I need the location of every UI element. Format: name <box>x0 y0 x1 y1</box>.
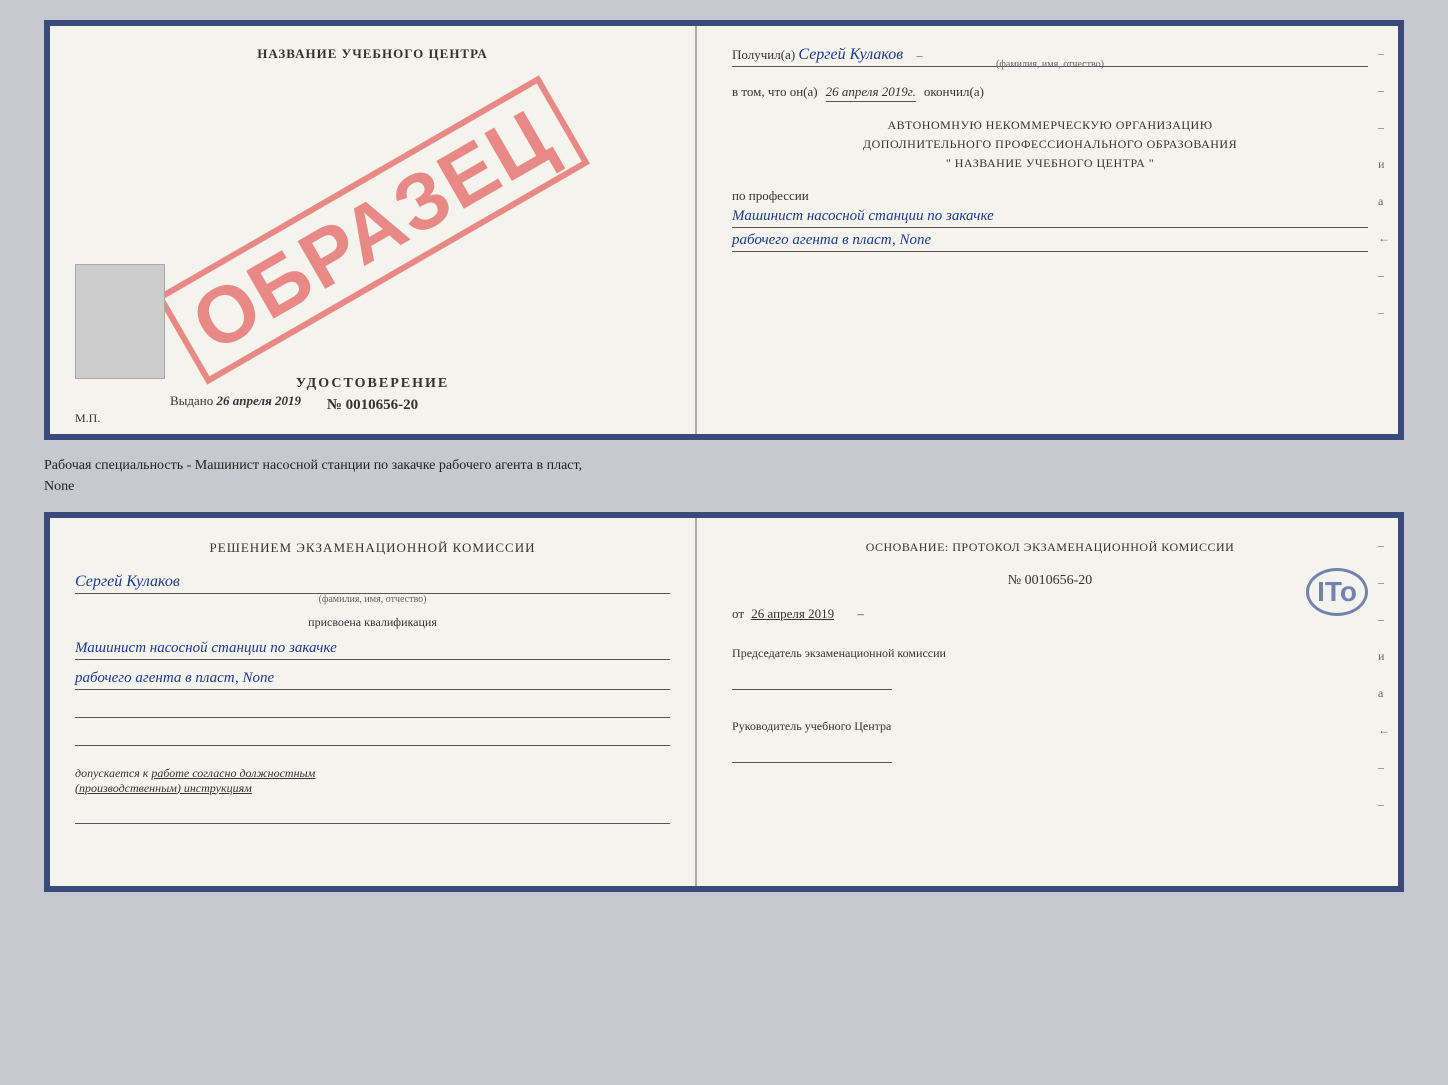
org-line1: АВТОНОМНУЮ НЕКОММЕРЧЕСКУЮ ОРГАНИЗАЦИЮ <box>732 116 1368 135</box>
bottom-cert-left: Решением экзаменационной комиссии Сергей… <box>50 518 697 886</box>
description-line1: Рабочая специальность - Машинист насосно… <box>44 458 582 473</box>
date-prefix: в том, что он(а) <box>732 84 818 100</box>
admission-value: работе согласно должностным <box>151 766 315 780</box>
bottom-cert-right: Основание: протокол экзаменационной коми… <box>697 518 1398 886</box>
bottom-name-hint: (фамилия, имя, отчество) <box>75 594 670 605</box>
bottom-side-dashes: – – – и а ← – – <box>1378 538 1390 812</box>
issued-prefix: Выдано <box>170 393 213 408</box>
qualification-line1: Машинист насосной станции по закачке <box>75 640 670 660</box>
chairman-title: Председатель экзаменационной комиссии <box>732 646 946 660</box>
received-block: Получил(а) Сергей Кулаков – (фамилия, им… <box>732 46 1368 70</box>
side-dashes: – – – и а ← – – <box>1378 46 1390 320</box>
received-prefix: Получил(а) <box>732 47 795 62</box>
sample-watermark: ОБРАЗЕЦ <box>156 75 590 384</box>
top-certificate: НАЗВАНИЕ УЧЕБНОГО ЦЕНТРА УДОСТОВЕРЕНИЕ №… <box>44 20 1404 440</box>
training-center-title: НАЗВАНИЕ УЧЕБНОГО ЦЕНТРА <box>75 46 670 62</box>
cert-top-right: Получил(а) Сергей Кулаков – (фамилия, им… <box>697 26 1398 434</box>
protocol-date-value: 26 апреля 2019 <box>751 606 834 621</box>
org-line3: " НАЗВАНИЕ УЧЕБНОГО ЦЕНТРА " <box>732 154 1368 173</box>
chairman-block: Председатель экзаменационной комиссии <box>732 644 1368 690</box>
date-value: 26 апреля 2019г. <box>826 84 916 102</box>
description-text: Рабочая специальность - Машинист насосно… <box>44 450 1404 502</box>
qualification-line2: рабочего агента в пласт, None <box>75 670 670 690</box>
bottom-name-block: Сергей Кулаков (фамилия, имя, отчество) <box>75 568 670 605</box>
chairman-signature-line <box>732 670 892 690</box>
photo-placeholder <box>75 264 165 379</box>
ito-stamp: ITo <box>1306 568 1368 616</box>
issued-line: Выдано 26 апреля 2019 <box>170 393 301 409</box>
admission-instructions: (производственным) инструкциям <box>75 781 252 795</box>
profession-line2: рабочего агента в пласт, None <box>732 232 1368 252</box>
finished-label: окончил(а) <box>924 84 984 100</box>
blank-line-1 <box>75 700 670 718</box>
director-label: Руководитель учебного Центра <box>732 717 1368 735</box>
issued-date: 26 апреля 2019 <box>217 393 302 408</box>
profession-block: по профессии Машинист насосной станции п… <box>732 188 1368 252</box>
org-block: АВТОНОМНУЮ НЕКОММЕРЧЕСКУЮ ОРГАНИЗАЦИЮ ДО… <box>732 116 1368 174</box>
bottom-person-name: Сергей Кулаков <box>75 573 670 594</box>
profession-label: по профессии <box>732 188 1368 204</box>
protocol-date-prefix: от <box>732 606 744 621</box>
qualification-label: присвоена квалификация <box>75 615 670 630</box>
description-line2: None <box>44 479 74 494</box>
protocol-number: № 0010656-20 <box>732 573 1368 589</box>
director-signature-line <box>732 743 892 763</box>
blank-line-3 <box>75 806 670 824</box>
mp-label: М.П. <box>75 411 100 426</box>
received-name: Сергей Кулаков <box>798 46 903 63</box>
chairman-label: Председатель экзаменационной комиссии <box>732 644 1368 662</box>
bottom-certificate: Решением экзаменационной комиссии Сергей… <box>44 512 1404 892</box>
basis-title: Основание: протокол экзаменационной коми… <box>732 538 1368 556</box>
decision-title: Решением экзаменационной комиссии <box>75 538 670 558</box>
admission-label: допускается к <box>75 766 151 780</box>
protocol-date: от 26 апреля 2019 – <box>732 606 1368 622</box>
cert-doc-number: № 0010656-20 <box>75 397 670 414</box>
admission-text: допускается к работе согласно должностны… <box>75 766 670 796</box>
director-block: Руководитель учебного Центра <box>732 702 1368 763</box>
cert-top-left: НАЗВАНИЕ УЧЕБНОГО ЦЕНТРА УДОСТОВЕРЕНИЕ №… <box>50 26 697 434</box>
date-line: в том, что он(а) 26 апреля 2019г. окончи… <box>732 84 1368 102</box>
blank-line-2 <box>75 728 670 746</box>
org-line2: ДОПОЛНИТЕЛЬНОГО ПРОФЕССИОНАЛЬНОГО ОБРАЗО… <box>732 135 1368 154</box>
profession-line1: Машинист насосной станции по закачке <box>732 208 1368 228</box>
cert-doc-block: УДОСТОВЕРЕНИЕ № 0010656-20 <box>75 376 670 414</box>
